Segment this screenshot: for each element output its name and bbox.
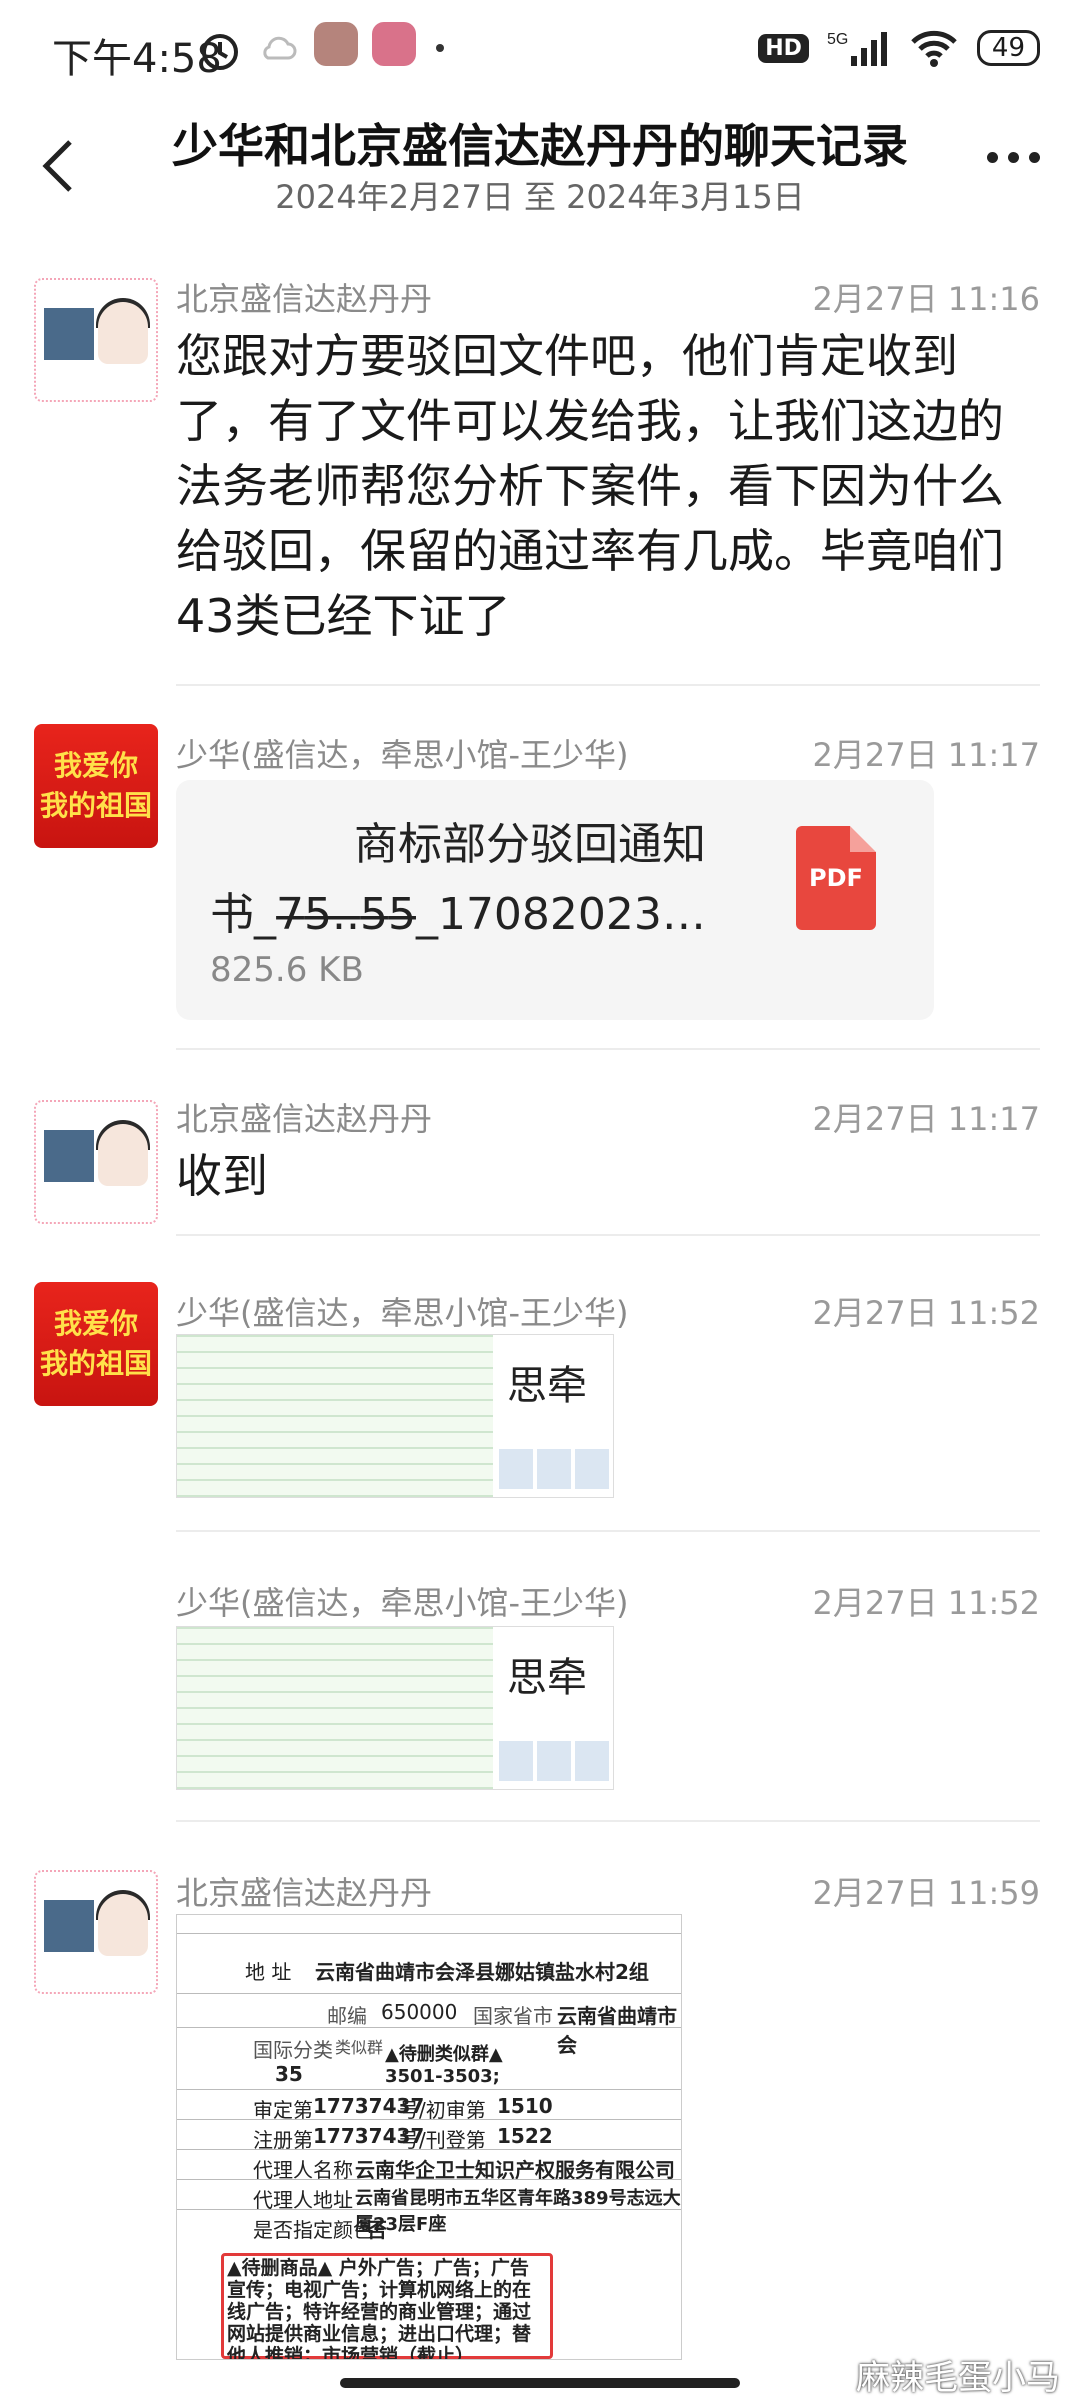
doc-row: 地 址 云南省曲靖市会泽县娜姑镇盐水村2组 (177, 1933, 681, 1994)
chat-record-header: 少华和北京盛信达赵丹丹的聊天记录 2024年2月27日 至 2024年3月15日 (0, 100, 1080, 230)
doc-label: 类似群 (335, 2038, 384, 2057)
home-indicator[interactable] (340, 2378, 740, 2388)
avatar-text: 我爱你 (53, 1307, 138, 1340)
alarm-icon (202, 34, 238, 70)
goods-list: ▲待删商品▲ 户外广告；广告；广告宣传；电视广告；计算机网络上的在线广告；特许经… (227, 2257, 532, 2360)
trademark-image-text: 思牵 (507, 1655, 587, 1701)
doc-label: 国际分类 (253, 2038, 333, 2062)
doc-value: 1522 (497, 2124, 553, 2148)
doc-row: 审定第 17737437 号/初审第 1510 (177, 2089, 681, 2122)
doc-value: 35 (275, 2062, 303, 2086)
battery-indicator: 49 (976, 30, 1040, 66)
avatar[interactable]: 我爱你 我的祖国 (34, 1282, 158, 1406)
message-time: 2月27日 11:16 (812, 280, 1040, 318)
music-app-icon (314, 22, 358, 66)
trademark-record-table (177, 1627, 493, 1789)
trademark-image-text: 思牵 (507, 1363, 587, 1409)
sender-name: 少华(盛信达，牵思小馆-王少华) (176, 1294, 629, 1332)
more-notifications-dot (436, 44, 444, 52)
doc-label: 国家省市 (473, 2004, 553, 2028)
message-divider (176, 1820, 1040, 1822)
sender-name: 少华(盛信达，牵思小馆-王少华) (176, 1584, 629, 1622)
avatar-text: 我爱你 (53, 749, 138, 782)
file-name: 商标部分驳回通知 (354, 819, 706, 870)
doc-label: 是否指定颜色 (253, 2218, 373, 2242)
message-time: 2月27日 11:52 (812, 1584, 1040, 1622)
doc-value: 云南省曲靖市会泽县娜姑镇盐水村2组 (315, 1960, 649, 1984)
wifi-icon (911, 30, 957, 67)
doc-label: 邮编 (327, 2004, 367, 2028)
doc-row: 代理人地址 云南省昆明市五华区青年路389号志远大厦23层F座 (177, 2179, 681, 2235)
watermark: 麻辣毛蛋小马 (856, 2358, 1060, 2398)
doc-label: 地 址 (245, 1960, 292, 1984)
pdf-file-icon: PDF (796, 826, 876, 930)
avatar[interactable]: 我爱你 我的祖国 (34, 724, 158, 848)
record-action-buttons (499, 1741, 609, 1781)
message-divider (176, 684, 1040, 686)
cellular-signal-icon: 5G (827, 31, 887, 66)
doc-value: 否 (367, 2218, 387, 2242)
image-attachment[interactable]: 思牵 (176, 1334, 614, 1498)
doc-row: 国际分类 35 类似群 ▲待删类似群▲ 3501-3503; (177, 2027, 681, 2090)
doc-row: 代理人名称 云南华企卫士知识产权服务有限公司 (177, 2149, 681, 2182)
app-notification-icon (372, 22, 416, 66)
message-divider (176, 1048, 1040, 1050)
sender-name: 北京盛信达赵丹丹 (176, 1874, 433, 1912)
avatar[interactable] (34, 1100, 158, 1224)
record-action-buttons (499, 1449, 609, 1489)
trademark-record-table (177, 1335, 493, 1497)
doc-value: ▲待删类似群▲ 3501-3503; (385, 2044, 503, 2087)
hd-badge: HD (758, 33, 809, 63)
message-time: 2月27日 11:59 (812, 1874, 1040, 1912)
sender-name: 少华(盛信达，牵思小馆-王少华) (176, 736, 629, 774)
avatar-text: 我的祖国 (39, 789, 152, 822)
image-attachment[interactable]: 思牵 (176, 1626, 614, 1790)
doc-row: 是否指定颜色 否 (177, 2209, 681, 2254)
message-time: 2月27日 11:17 (812, 736, 1040, 774)
network-type-label: 5G (827, 31, 848, 48)
file-name-continued: 书_7̶5̶.̶.̶5̶5̶_17082023… (210, 889, 706, 940)
date-range: 2024年2月27日 至 2024年3月15日 (275, 178, 805, 216)
avatar[interactable] (34, 1870, 158, 1994)
page-title: 少华和北京盛信达赵丹丹的聊天记录 (172, 119, 908, 173)
message-text: 您跟对方要驳回文件吧，他们肯定收到了，有了文件可以发给我，让我们这边的法务老师帮… (176, 329, 1004, 643)
status-bar: 下午4:58 HD 5G 49 (0, 0, 1080, 100)
message-time: 2月27日 11:52 (812, 1294, 1040, 1332)
more-options-icon[interactable] (987, 152, 1040, 163)
sender-name: 北京盛信达赵丹丹 (176, 1100, 433, 1138)
file-type-label: PDF (809, 864, 863, 892)
doc-row: 注册第 17737437 号/刊登第 1522 (177, 2119, 681, 2152)
document-image-attachment[interactable]: 地 址 云南省曲靖市会泽县娜姑镇盐水村2组 邮编 650000 国家省市 云南省… (176, 1914, 682, 2360)
avatar[interactable] (34, 278, 158, 402)
doc-value: 650000 (381, 2000, 458, 2024)
message-divider (176, 1530, 1040, 1532)
avatar-text: 我的祖国 (39, 1347, 152, 1380)
sender-name: 北京盛信达赵丹丹 (176, 280, 433, 318)
message-text: 收到 (176, 1149, 268, 1203)
message-divider (176, 1234, 1040, 1236)
doc-value: 1510 (497, 2094, 553, 2118)
cloud-icon (263, 36, 297, 60)
doc-row: 邮编 650000 国家省市 云南省曲靖市会 (177, 1993, 681, 2057)
file-size: 825.6 KB (210, 950, 364, 990)
file-attachment[interactable]: 商标部分驳回通知 书_7̶5̶.̶.̶5̶5̶_17082023… 825.6 … (176, 780, 934, 1020)
message-time: 2月27日 11:17 (812, 1100, 1040, 1138)
